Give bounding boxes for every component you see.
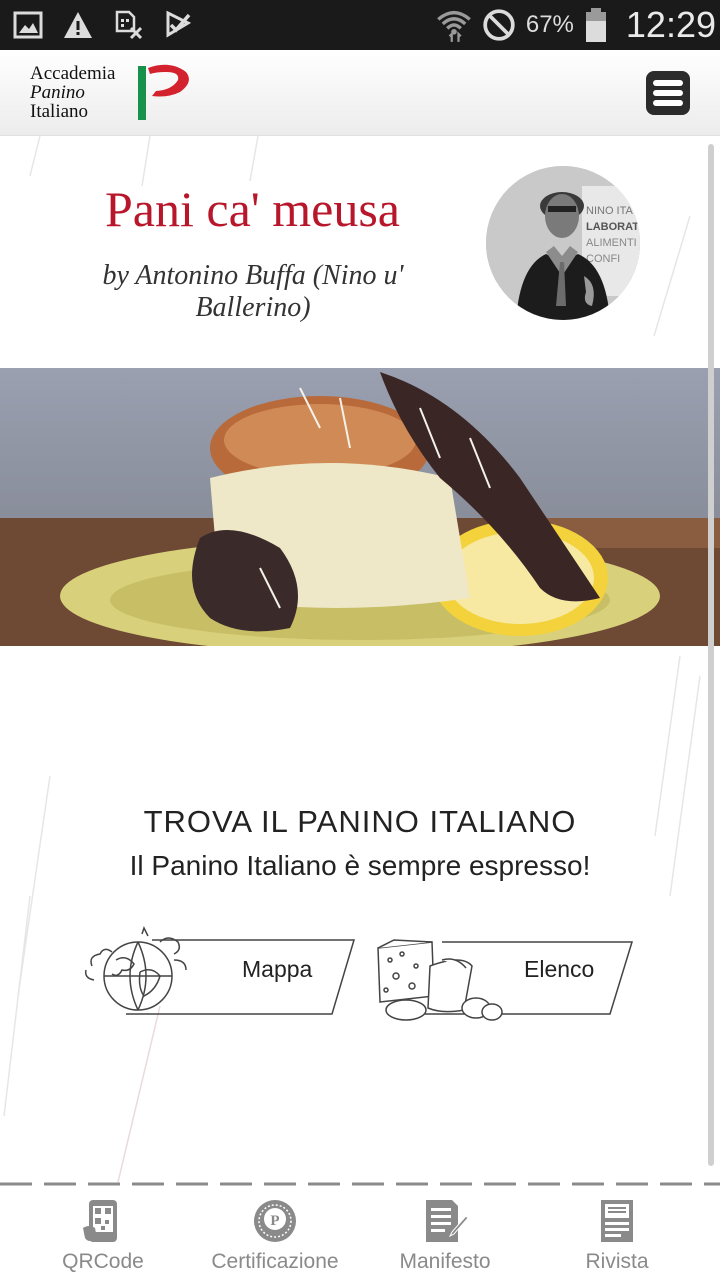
- dashed-divider: [0, 1182, 720, 1186]
- check-done-icon: [166, 10, 192, 38]
- recipe-author: by Antonino Buffa (Nino u' Ballerino): [102, 260, 404, 323]
- qrcode-phone-icon: [83, 1200, 117, 1242]
- find-subheading: Il Panino Italiano è sempre espresso!: [129, 850, 591, 881]
- wifi-icon: [437, 10, 471, 42]
- bottom-navigation: QRCode P Certificazione Manifesto Rivist…: [0, 1182, 720, 1280]
- nav-rivista[interactable]: Rivista: [532, 1198, 702, 1278]
- svg-text:LABORAT: LABORAT: [586, 221, 639, 233]
- nav-certificazione-label: Certificazione: [211, 1250, 339, 1273]
- nav-manifesto-label: Manifesto: [399, 1250, 491, 1273]
- recipe-hero-image: [0, 368, 720, 646]
- main-content: Pani ca' meusa by Antonino Buffa (Nino u…: [0, 136, 720, 1182]
- mappa-button[interactable]: Mappa: [82, 926, 362, 1026]
- mappa-label: Mappa: [242, 956, 313, 982]
- chef-avatar: NINO ITA LABORAT ALIMENTI CONFI: [486, 166, 640, 320]
- app-header: Accademia Panino Italiano: [0, 50, 720, 136]
- logo-line-1: Accademia: [30, 63, 116, 84]
- nav-qrcode-label: QRCode: [62, 1250, 144, 1273]
- elenco-button[interactable]: Elenco: [372, 926, 652, 1026]
- gallery-icon: [13, 11, 43, 39]
- warning-icon: [64, 12, 92, 38]
- magazine-icon: [601, 1200, 633, 1242]
- nav-manifesto[interactable]: Manifesto: [360, 1198, 530, 1278]
- recipe-title: Pani ca' meusa: [104, 181, 401, 237]
- logo[interactable]: Accademia Panino Italiano: [30, 64, 200, 124]
- manifesto-document-icon: [426, 1200, 468, 1242]
- logo-wordmark: Accademia Panino Italiano: [30, 64, 115, 121]
- cheese-icon: [377, 939, 503, 1021]
- nav-rivista-label: Rivista: [585, 1250, 649, 1273]
- svg-text:P: P: [270, 1213, 279, 1229]
- battery-percent: 67%: [525, 11, 574, 38]
- nav-qrcode[interactable]: QRCode: [18, 1198, 188, 1278]
- battery-icon: [585, 8, 606, 42]
- find-heading: TROVA IL PANINO ITALIANO: [143, 804, 577, 839]
- scrollbar[interactable]: [708, 144, 714, 1166]
- clock: 12:29: [625, 4, 716, 45]
- svg-text:CONFI: CONFI: [586, 253, 620, 265]
- svg-text:NINO ITA: NINO ITA: [586, 205, 634, 217]
- status-bar: 67% 12:29: [0, 0, 720, 50]
- svg-text:ALIMENTI: ALIMENTI: [586, 237, 637, 249]
- logo-line-2: Panino: [30, 82, 85, 103]
- logo-p-mark-icon: [138, 64, 189, 120]
- certification-seal-icon: P: [254, 1200, 296, 1242]
- do-not-disturb-icon: [483, 9, 515, 41]
- nav-certificazione[interactable]: P Certificazione: [190, 1198, 360, 1278]
- menu-button[interactable]: [646, 71, 690, 115]
- sim-off-icon: [115, 10, 143, 40]
- elenco-label: Elenco: [524, 956, 595, 982]
- logo-line-3: Italiano: [30, 101, 89, 122]
